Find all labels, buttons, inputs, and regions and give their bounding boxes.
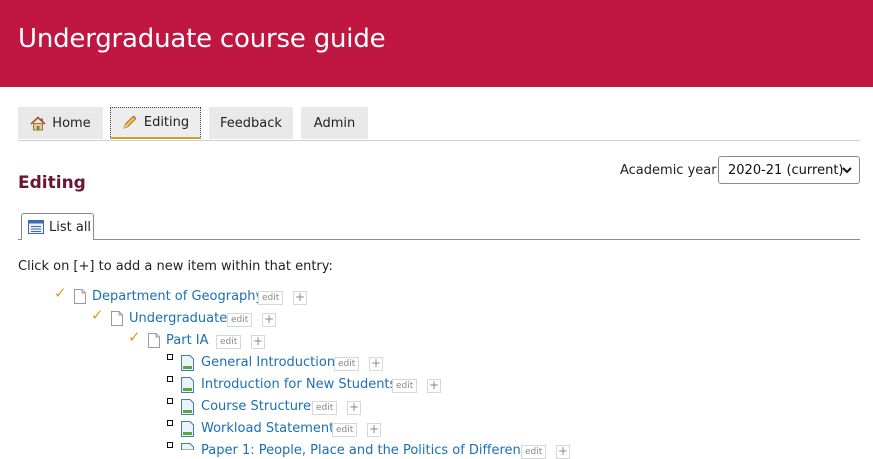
- add-item-button[interactable]: +: [369, 357, 383, 371]
- page-icon: [74, 289, 86, 304]
- edit-button[interactable]: edit: [392, 379, 418, 393]
- subtab-divider: [93, 239, 860, 240]
- home-icon: [30, 115, 46, 131]
- bullet-square-icon: [167, 354, 173, 360]
- bullet-square-icon: [167, 376, 173, 382]
- checkmark-icon: ✓: [54, 284, 67, 302]
- add-item-button[interactable]: +: [262, 313, 276, 327]
- academic-year-label: Academic year:: [620, 163, 721, 178]
- tree-link[interactable]: Introduction for New Students: [201, 377, 396, 392]
- tab-admin-label: Admin: [313, 115, 356, 131]
- add-item-button[interactable]: +: [293, 291, 307, 305]
- instructions-text: Click on [+] to add a new item within th…: [18, 259, 333, 274]
- bullet-square-icon: [167, 398, 173, 404]
- edit-button[interactable]: edit: [334, 357, 360, 371]
- nav-divider: [18, 140, 860, 141]
- tab-home-label: Home: [52, 115, 91, 131]
- bullet-square-icon: [167, 442, 173, 448]
- tab-admin[interactable]: Admin: [301, 107, 368, 139]
- add-item-button[interactable]: +: [251, 335, 265, 349]
- add-item-button[interactable]: +: [367, 423, 381, 437]
- edit-button[interactable]: edit: [521, 445, 547, 459]
- document-icon: [181, 377, 194, 393]
- tree-link[interactable]: Undergraduate: [129, 311, 227, 326]
- site-title: Undergraduate course guide: [18, 24, 386, 54]
- add-item-button[interactable]: +: [347, 401, 361, 415]
- tree-link[interactable]: Workload Statement: [201, 421, 334, 436]
- edit-button[interactable]: edit: [227, 313, 253, 327]
- subtabs: List all: [18, 211, 860, 241]
- tab-feedback-label: Feedback: [220, 115, 282, 131]
- tab-editing[interactable]: Editing: [110, 107, 201, 139]
- site-banner: Undergraduate course guide: [0, 0, 873, 87]
- document-icon: [181, 443, 194, 450]
- document-icon: [181, 421, 194, 437]
- edit-button[interactable]: edit: [258, 291, 284, 305]
- page-icon: [148, 333, 160, 348]
- chevron-down-icon: [841, 164, 853, 180]
- academic-year-select[interactable]: 2020-21 (current): [718, 156, 860, 184]
- tree-link[interactable]: Part IA: [166, 333, 209, 348]
- tab-editing-label: Editing: [143, 115, 190, 130]
- tree-link[interactable]: Department of Geography: [92, 289, 263, 304]
- academic-year-value: 2020-21 (current): [728, 162, 844, 178]
- document-icon: [181, 399, 194, 415]
- list-icon: [28, 220, 44, 234]
- checkmark-icon: ✓: [128, 328, 141, 346]
- checkmark-icon: ✓: [91, 306, 104, 324]
- bullet-square-icon: [167, 420, 173, 426]
- page-icon: [111, 311, 123, 326]
- subtab-list-all[interactable]: List all: [21, 213, 94, 240]
- edit-button[interactable]: edit: [332, 423, 358, 437]
- tree-link[interactable]: Course Structure: [201, 399, 311, 414]
- edit-button[interactable]: edit: [216, 335, 242, 349]
- subtab-list-all-label: List all: [49, 219, 92, 235]
- tab-home[interactable]: Home: [18, 107, 103, 139]
- main-nav: Home Editing Feedback Admin: [18, 107, 860, 141]
- page-title: Editing: [18, 173, 86, 193]
- tree-link[interactable]: General Introduction: [201, 355, 335, 370]
- tree-link[interactable]: Paper 1: People, Place and the Politics …: [201, 443, 536, 458]
- document-icon: [181, 355, 194, 371]
- add-item-button[interactable]: +: [427, 379, 441, 393]
- add-item-button[interactable]: +: [556, 445, 570, 459]
- tab-feedback[interactable]: Feedback: [209, 107, 293, 139]
- edit-button[interactable]: edit: [312, 401, 338, 415]
- pencil-icon: [122, 115, 138, 130]
